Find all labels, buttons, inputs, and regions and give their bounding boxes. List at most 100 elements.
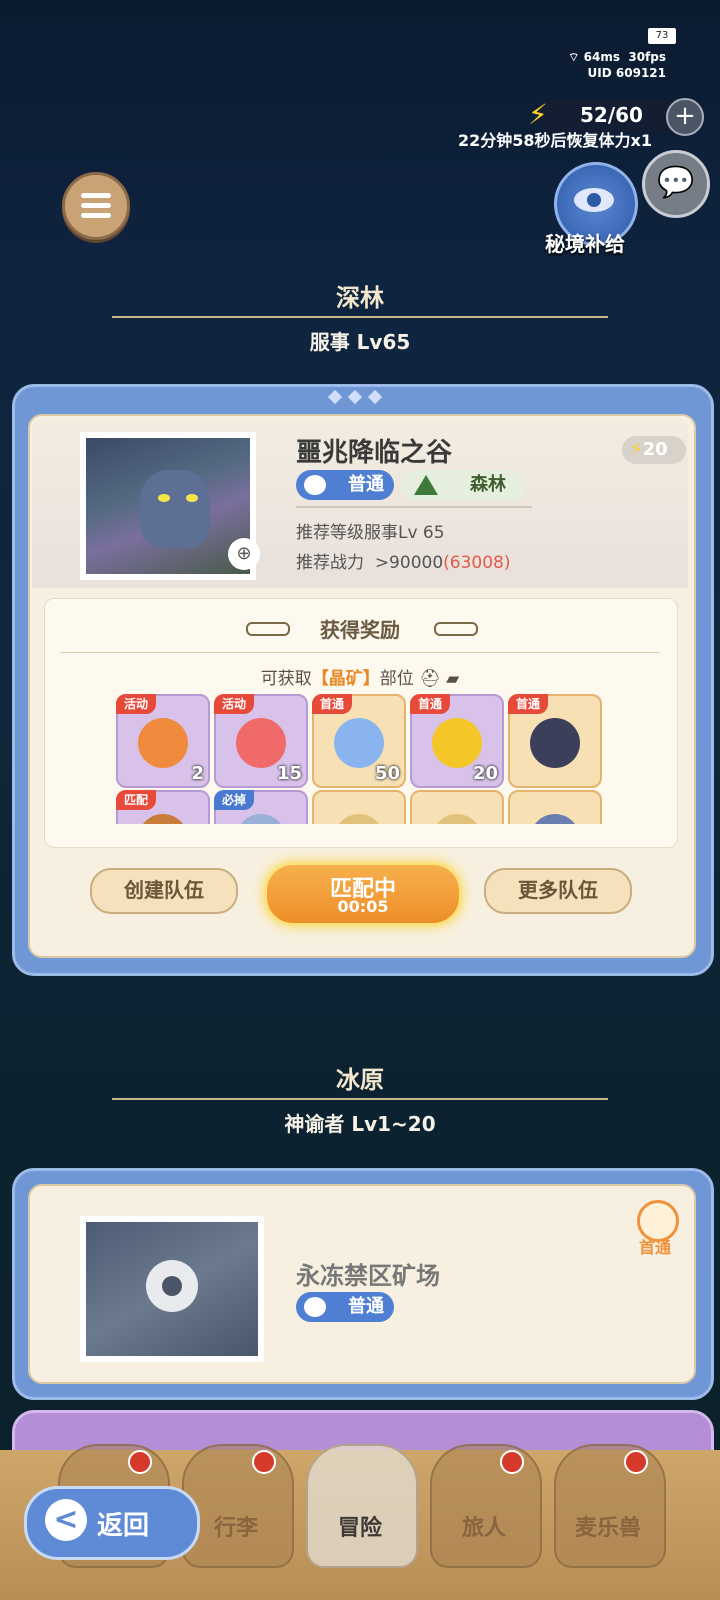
reward-count: 20 xyxy=(472,763,498,784)
reward-tag: 活动 xyxy=(116,694,157,714)
nav-item-luggage[interactable] xyxy=(182,1444,294,1568)
reward-desc-suffix: 部位 xyxy=(379,669,414,689)
helmet-icon: ⛑ xyxy=(419,669,441,689)
first-clear-badge: 首通 xyxy=(630,1200,680,1257)
difficulty-tag: 普通 xyxy=(296,470,394,500)
reward-art xyxy=(138,814,188,824)
recommended-power: 推荐战力 >90000(63008) xyxy=(296,548,511,573)
notification-dot xyxy=(624,1450,648,1474)
terrain-tag: 森林 xyxy=(400,470,526,500)
reward-item[interactable]: 匹配 xyxy=(116,790,210,824)
reward-count: 2 xyxy=(191,763,204,784)
reward-art xyxy=(236,718,286,768)
stamina-cost-badge: ⚡20 xyxy=(622,436,686,464)
reward-item[interactable]: 必掉 xyxy=(214,790,308,824)
nav-item-pet[interactable] xyxy=(554,1444,666,1568)
nav-label-adventure: 冒险 xyxy=(337,1516,382,1541)
reward-tag: 匹配 xyxy=(116,790,157,810)
add-stamina-button[interactable]: + xyxy=(666,98,704,136)
list-icon-line xyxy=(81,203,111,208)
first-clear-label: 首通 xyxy=(638,1238,671,1257)
reward-item[interactable] xyxy=(410,790,504,824)
rec-level-label: 推荐等级 xyxy=(296,523,364,543)
reward-item[interactable]: 首通 xyxy=(508,694,602,788)
reward-art xyxy=(138,718,188,768)
nav-label-pet: 麦乐兽 xyxy=(574,1516,641,1541)
reward-tag: 首通 xyxy=(410,694,451,714)
boss-figure xyxy=(140,470,210,548)
reward-art xyxy=(530,718,580,768)
reward-description: 可获取【晶矿】部位 ⛑ ▰ xyxy=(0,664,720,689)
reward-divider xyxy=(60,652,660,653)
zoom-icon[interactable]: ⊕ xyxy=(228,538,260,570)
nav-label-traveler: 旅人 xyxy=(461,1516,506,1541)
difficulty-tag: 普通 xyxy=(296,1292,394,1322)
stamina-recover-hint: 22分钟58秒后恢复体力x1 xyxy=(458,131,652,150)
back-arrow-icon: < xyxy=(45,1499,87,1541)
bear-icon xyxy=(304,1297,326,1317)
more-teams-button[interactable]: 更多队伍 xyxy=(484,868,632,914)
my-power: (63008) xyxy=(443,553,511,573)
create-team-button[interactable]: 创建队伍 xyxy=(90,868,238,914)
notification-dot xyxy=(252,1450,276,1474)
reward-item[interactable]: 首通 20 xyxy=(410,694,504,788)
nav-item-traveler[interactable] xyxy=(430,1444,542,1568)
reward-item[interactable]: 活动 2 xyxy=(116,694,210,788)
rec-power-value: >90000 xyxy=(374,553,444,573)
ping-text: 64ms xyxy=(583,50,620,64)
reward-tag: 活动 xyxy=(214,694,255,714)
list-icon xyxy=(81,193,111,198)
reward-art xyxy=(530,814,580,824)
chat-bubbles-icon: 💬 xyxy=(657,165,695,200)
difficulty-label: 普通 xyxy=(348,474,384,495)
section-title-icefield: 冰原 xyxy=(336,1066,384,1094)
uid-text: UID 609121 xyxy=(587,66,666,80)
chat-button[interactable]: 💬 xyxy=(642,150,710,218)
notification-dot xyxy=(128,1450,152,1474)
network-status: ⌔ 64ms 30fps xyxy=(568,50,666,65)
reward-tag: 首通 xyxy=(508,694,549,714)
boss-eye xyxy=(186,494,198,502)
recommended-level: 推荐等级服事Lv 65 xyxy=(296,518,445,543)
reward-grid[interactable]: 活动 2 活动 15 首通 50 首通 20 首通 匹配 必掉 xyxy=(116,694,606,824)
reward-count: 15 xyxy=(276,763,302,784)
reward-art xyxy=(334,814,384,824)
reward-item[interactable]: 活动 15 xyxy=(214,694,308,788)
reward-desc-highlight: 【晶矿】 xyxy=(311,669,380,689)
notification-dot xyxy=(500,1450,524,1474)
difficulty-label: 普通 xyxy=(348,1296,384,1317)
section-divider xyxy=(112,316,608,318)
secret-supply-label: 秘境补给 xyxy=(545,232,625,256)
matching-button[interactable]: 匹配中 00:05 xyxy=(264,862,462,926)
reward-title: 获得奖励 xyxy=(320,618,400,642)
tree-icon xyxy=(414,475,438,495)
reward-art xyxy=(334,718,384,768)
reward-art xyxy=(432,814,482,824)
section-subtitle: 服事 Lv65 xyxy=(309,330,411,354)
back-button[interactable]: < 返回 xyxy=(24,1486,200,1560)
reward-art xyxy=(432,718,482,768)
reward-art xyxy=(236,814,286,824)
reward-item[interactable]: 首通 50 xyxy=(312,694,406,788)
eye-pupil xyxy=(587,193,601,207)
stamina-value: 52/60 xyxy=(580,103,643,127)
matching-timer: 00:05 xyxy=(337,897,389,916)
list-icon-line xyxy=(81,213,111,218)
menu-button[interactable] xyxy=(62,172,130,240)
tag-divider xyxy=(296,506,532,508)
bear-icon xyxy=(304,475,326,495)
lightning-icon: ⚡ xyxy=(630,439,643,460)
reward-item[interactable] xyxy=(508,790,602,824)
bracer-icon: ▰ xyxy=(440,669,460,689)
stage-title: 永冻禁区矿场 xyxy=(296,1262,440,1290)
stamina-cost: 20 xyxy=(642,439,668,460)
reward-desc-prefix: 可获取 xyxy=(260,669,312,689)
rec-level-value: 服事Lv 65 xyxy=(364,523,445,543)
terrain-label: 森林 xyxy=(470,474,506,495)
nav-item-adventure[interactable] xyxy=(306,1444,418,1568)
wifi-icon: ⌔ xyxy=(568,50,584,64)
reward-item[interactable] xyxy=(312,790,406,824)
section-divider xyxy=(112,1098,608,1100)
lock-icon-body xyxy=(162,1276,182,1296)
reward-count: 50 xyxy=(374,763,400,784)
